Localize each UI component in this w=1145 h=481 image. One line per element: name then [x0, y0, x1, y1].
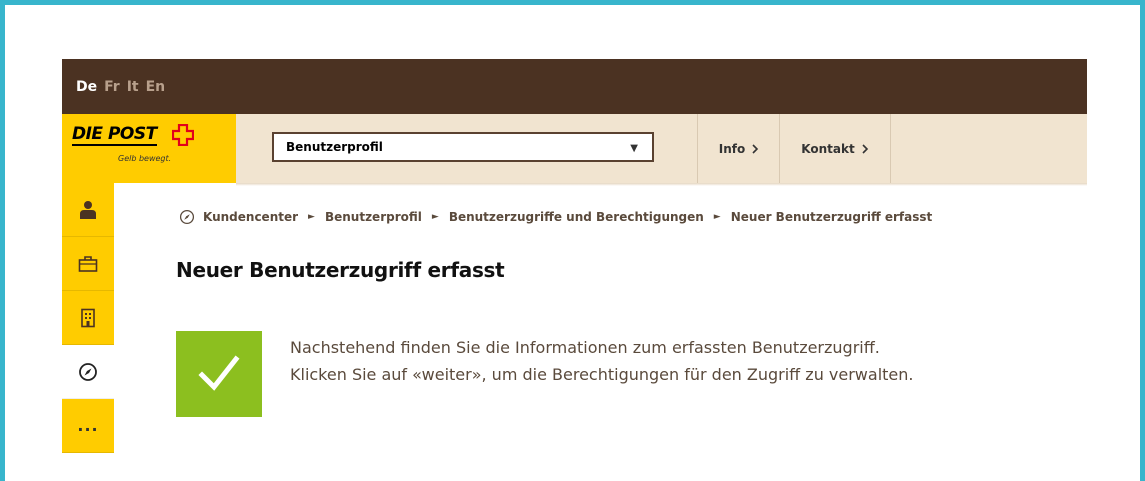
- sidebar-item-company[interactable]: [62, 291, 114, 345]
- language-bar: De Fr It En: [62, 59, 1087, 114]
- header-shadow: [236, 183, 1087, 186]
- page-title: Neuer Benutzerzugriff erfasst: [176, 258, 505, 282]
- logo-name: DIE POST: [72, 124, 157, 146]
- breadcrumb-separator-icon: ►: [308, 212, 315, 222]
- compass-icon: [179, 209, 195, 225]
- sidebar-item-kundencenter[interactable]: [62, 345, 114, 399]
- success-message-line2: Klicken Sie auf «weiter», um die Berecht…: [290, 365, 914, 384]
- dropdown-arrow-icon: ▼: [630, 143, 638, 154]
- language-it[interactable]: It: [127, 79, 139, 95]
- nav-kontakt-link[interactable]: Kontakt: [779, 114, 891, 183]
- building-icon: [81, 308, 95, 327]
- header: DIE POST Gelb bewegt. Benutzerprofil ▼ I…: [62, 114, 1087, 183]
- breadcrumb: Kundencenter ► Benutzerprofil ► Benutzer…: [179, 209, 932, 225]
- breadcrumb-separator-icon: ►: [713, 212, 721, 222]
- more-label: ...: [77, 416, 99, 435]
- briefcase-icon: [78, 255, 98, 272]
- nav-kontakt-label: Kontakt: [801, 141, 855, 156]
- success-indicator: [176, 331, 262, 417]
- checkmark-icon: [198, 355, 240, 391]
- breadcrumb-item-benutzerprofil[interactable]: Benutzerprofil: [325, 210, 422, 224]
- profile-select-value: Benutzerprofil: [286, 140, 383, 154]
- sidebar-item-more[interactable]: ...: [62, 399, 114, 453]
- language-en[interactable]: En: [146, 79, 166, 95]
- nav-info-link[interactable]: Info: [697, 114, 780, 183]
- sidebar: ...: [62, 183, 114, 481]
- breadcrumb-item-current: Neuer Benutzerzugriff erfasst: [730, 210, 933, 224]
- profile-select[interactable]: Benutzerprofil ▼: [272, 132, 654, 162]
- sidebar-item-business[interactable]: [62, 237, 114, 291]
- chevron-right-icon: [862, 143, 868, 154]
- nav-info-label: Info: [718, 141, 746, 156]
- sidebar-item-profile[interactable]: [62, 183, 114, 237]
- language-de[interactable]: De: [76, 79, 97, 95]
- chevron-right-icon: [752, 143, 759, 154]
- breadcrumb-item-kundencenter[interactable]: Kundencenter: [203, 210, 298, 224]
- app-window: De Fr It En DIE POST Gelb bewegt. Benutz…: [62, 59, 1087, 481]
- breadcrumb-item-berechtigungen[interactable]: Benutzerzugriffe und Berechtigungen: [449, 210, 704, 224]
- success-message: Nachstehend finden Sie die Informationen…: [290, 334, 913, 388]
- person-icon: [80, 200, 96, 219]
- compass-icon: [79, 362, 97, 381]
- breadcrumb-separator-icon: ►: [431, 212, 439, 222]
- success-message-line1: Nachstehend finden Sie die Informationen…: [290, 338, 880, 357]
- logo[interactable]: DIE POST Gelb bewegt.: [62, 114, 236, 183]
- swiss-cross-icon: [172, 124, 194, 146]
- language-fr[interactable]: Fr: [104, 79, 120, 95]
- logo-tagline: Gelb bewegt.: [118, 154, 172, 163]
